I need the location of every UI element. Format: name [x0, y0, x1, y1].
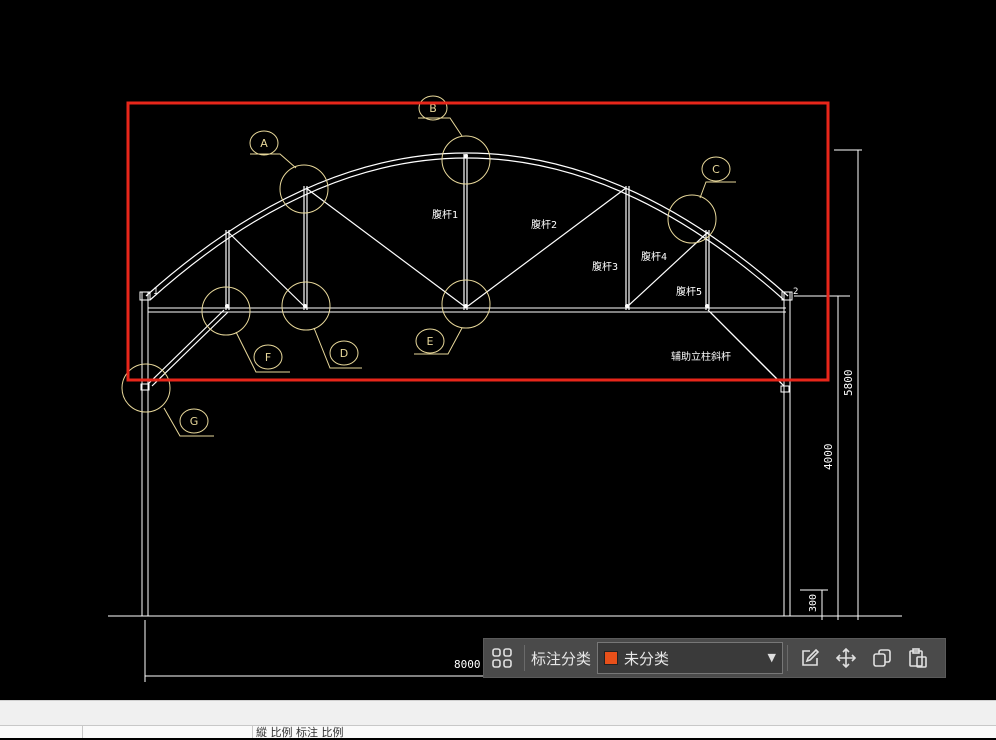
left-column: [139, 291, 151, 616]
svg-text:C: C: [712, 163, 720, 176]
toolbar-divider: [524, 645, 525, 671]
category-dropdown[interactable]: 未分类 ▼: [597, 642, 784, 674]
callout-g: G: [179, 408, 209, 434]
dropdown-arrow-icon: ▼: [767, 651, 777, 664]
web5-label: 腹杆5: [676, 285, 702, 298]
category-value: 未分类: [624, 649, 670, 668]
callout-d: D: [329, 340, 359, 366]
paste-icon[interactable]: [900, 640, 936, 676]
svg-text:G: G: [190, 415, 199, 428]
svg-text:D: D: [340, 347, 348, 360]
web3-label: 腹杆3: [592, 260, 618, 273]
copy-icon[interactable]: [864, 640, 900, 676]
dim-total-height: 5800: [842, 370, 855, 397]
annotation-toolbar: 标注分类 未分类 ▼: [483, 638, 946, 678]
grid-view-icon[interactable]: [484, 640, 520, 676]
detail-circles: [121, 135, 717, 413]
svg-text:A: A: [260, 137, 268, 150]
status-row: 縱 比例 标注 比例: [0, 725, 996, 739]
web4-label: 腹杆4: [641, 250, 667, 263]
category-color-swatch: [604, 651, 619, 665]
toolbar-divider: [787, 645, 789, 671]
vertical-webs: [225, 154, 710, 310]
classify-label: 标注分类: [531, 649, 592, 668]
cad-canvas[interactable]: 1 2 腹杆1 腹杆2 腹杆3 腹杆4 腹杆5 辅助立柱斜杆 8000 5800…: [0, 0, 996, 700]
web2-label: 腹杆2: [531, 218, 557, 231]
right-column: [780, 291, 793, 616]
callout-e: E: [415, 328, 445, 354]
selection-rectangle[interactable]: [126, 101, 830, 382]
move-icon[interactable]: [828, 640, 864, 676]
status-bar: 縱 比例 标注 比例: [0, 700, 996, 739]
svg-text:1: 1: [153, 287, 158, 297]
side-brace-label: 辅助立柱斜杆: [671, 350, 731, 363]
dim-base: 300: [808, 594, 819, 612]
svg-text:F: F: [265, 351, 271, 364]
dim-span: 8000: [454, 658, 481, 671]
status-text: 縱 比例 标注 比例: [256, 726, 344, 739]
cad-drawing: 1 2 腹杆1 腹杆2 腹杆3 腹杆4 腹杆5 辅助立柱斜杆 8000 5800…: [108, 95, 902, 682]
status-cell: [82, 726, 253, 738]
svg-text:E: E: [427, 335, 434, 348]
callout-labels: A B C D E F G: [179, 95, 731, 434]
callout-c: C: [701, 156, 731, 182]
edit-icon[interactable]: [792, 640, 828, 676]
status-cell: [0, 726, 83, 738]
callout-b: B: [418, 95, 448, 121]
dimension-lines: [144, 149, 862, 682]
callout-leaders: [163, 117, 736, 437]
callout-a: A: [249, 130, 279, 156]
web1-label: 腹杆1: [432, 208, 458, 221]
callout-f: F: [253, 344, 283, 370]
dim-column-height: 4000: [822, 444, 835, 471]
